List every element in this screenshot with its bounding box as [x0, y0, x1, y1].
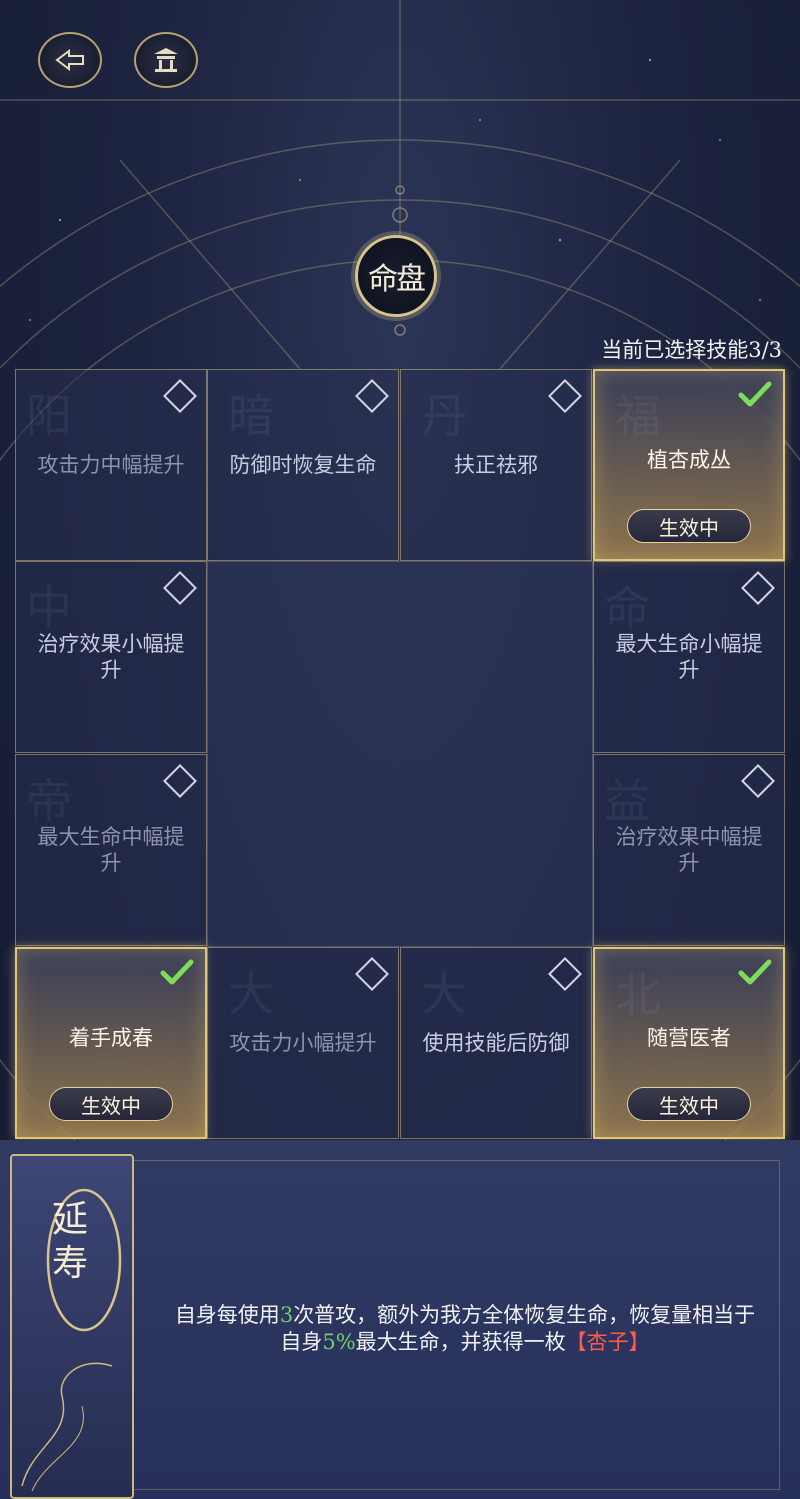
skill-label: 扶正祛邪	[454, 453, 538, 477]
home-button[interactable]	[134, 32, 198, 88]
skill-label: 攻击力小幅提升	[229, 1031, 377, 1055]
skill-cell[interactable]: 北 随营医者 生效中	[593, 947, 785, 1139]
pavilion-icon	[154, 48, 178, 72]
skill-grid: 阳 攻击力中幅提升 暗 防御时恢复生命 丹 扶正祛邪 福 植杏成丛 生效中 中 …	[15, 369, 785, 1139]
skill-label: 最大生命中幅提升	[37, 825, 185, 875]
unselected-diamond-icon	[163, 571, 197, 605]
skill-cell[interactable]: 中 治疗效果小幅提升	[15, 561, 207, 753]
unselected-diamond-icon	[355, 379, 389, 413]
skill-cell[interactable]: 着手成春 生效中	[15, 947, 207, 1139]
unselected-diamond-icon	[741, 764, 775, 798]
background-glyph: 益	[604, 774, 650, 828]
skill-cell[interactable]: 命 最大生命小幅提升	[593, 561, 785, 753]
selected-skill-count: 当前已选择技能3/3	[601, 338, 782, 362]
skill-cell[interactable]: 福 植杏成丛 生效中	[593, 369, 785, 561]
background-glyph: 丹	[421, 389, 467, 443]
fate-chart-title: 命盘	[368, 262, 426, 297]
skill-label: 着手成春	[69, 1026, 153, 1050]
skill-label: 治疗效果中幅提升	[615, 825, 763, 875]
unselected-diamond-icon	[355, 957, 389, 991]
skill-cell[interactable]: 阳 攻击力中幅提升	[15, 369, 207, 561]
desc-text-part: 自身每使用	[174, 1303, 280, 1327]
background-glyph: 北	[615, 968, 661, 1022]
unselected-diamond-icon	[548, 957, 582, 991]
active-status-badge: 生效中	[49, 1087, 173, 1121]
background-glyph: 大	[228, 967, 274, 1021]
background-glyph: 大	[421, 967, 467, 1021]
skill-description: 自身每使用3次普攻，额外为我方全体恢复生命，恢复量相当于自身5%最大生命，并获得…	[170, 1302, 760, 1356]
skill-label: 随营医者	[647, 1026, 731, 1050]
desc-item-name: 【杏子】	[565, 1330, 650, 1354]
skill-cell[interactable]: 帝 最大生命中幅提升	[15, 754, 207, 946]
back-button[interactable]	[38, 32, 102, 88]
active-status-badge: 生效中	[627, 1087, 751, 1121]
unselected-diamond-icon	[741, 571, 775, 605]
card-wave-decoration	[21, 1362, 113, 1492]
unselected-diamond-icon	[163, 379, 197, 413]
back-arrow-icon	[55, 49, 84, 71]
active-status-badge: 生效中	[627, 509, 751, 543]
skill-label: 治疗效果小幅提升	[37, 632, 185, 682]
skill-cell[interactable]: 丹 扶正祛邪	[400, 369, 592, 561]
skill-label: 防御时恢复生命	[229, 453, 377, 477]
skill-label: 攻击力中幅提升	[37, 453, 185, 477]
unselected-diamond-icon	[163, 764, 197, 798]
checkmark-icon	[738, 959, 772, 985]
background-glyph: 命	[604, 581, 650, 635]
background-glyph: 帝	[26, 774, 72, 828]
skill-name: 延寿	[52, 1199, 89, 1284]
checkmark-icon	[738, 381, 772, 407]
skill-cell[interactable]: 大 使用技能后防御	[400, 947, 592, 1139]
unselected-diamond-icon	[548, 379, 582, 413]
desc-text-part: 最大生命，并获得一枚	[355, 1330, 566, 1354]
background-glyph: 暗	[228, 389, 274, 443]
background-glyph: 阳	[26, 389, 72, 443]
skill-label: 植杏成丛	[647, 448, 731, 472]
checkmark-icon	[160, 959, 194, 985]
fate-chart-seal: 命盘	[355, 235, 437, 317]
skill-cell[interactable]: 暗 防御时恢复生命	[207, 369, 399, 561]
skill-label: 使用技能后防御	[422, 1031, 570, 1055]
skill-cell[interactable]: 益 治疗效果中幅提升	[593, 754, 785, 946]
background-glyph: 中	[26, 581, 72, 635]
skill-card: 延寿	[10, 1154, 134, 1499]
skill-cell[interactable]: 大 攻击力小幅提升	[207, 947, 399, 1139]
grid-center-panel	[207, 561, 593, 947]
background-glyph: 福	[615, 390, 661, 444]
desc-highlight-number: 5%	[322, 1330, 356, 1354]
skill-label: 最大生命小幅提升	[615, 632, 763, 682]
desc-highlight-number: 3	[279, 1303, 294, 1327]
